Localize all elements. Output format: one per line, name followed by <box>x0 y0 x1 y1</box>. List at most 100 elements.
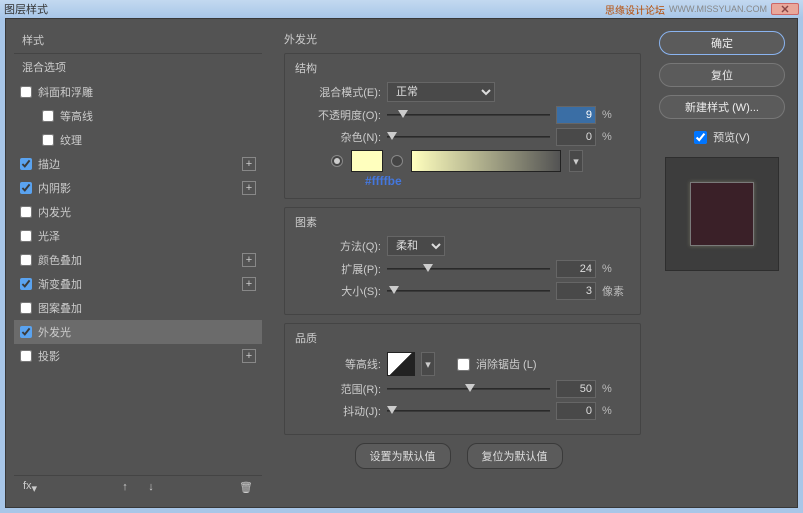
elements-header: 图素 <box>295 214 630 230</box>
sidebar-item-checkbox[interactable] <box>20 86 32 98</box>
gradient-radio[interactable] <box>391 155 403 167</box>
titlebar: 图层样式 思缘设计论坛 WWW.MISSYUAN.COM <box>0 0 803 18</box>
gradient-swatch[interactable] <box>411 150 561 172</box>
watermark-site: WWW.MISSYUAN.COM <box>669 4 767 14</box>
sidebar-item-10[interactable]: 外发光 <box>14 320 262 344</box>
quality-header: 品质 <box>295 330 630 346</box>
spread-unit: % <box>602 263 630 275</box>
elements-group: 图素 方法(Q): 柔和 扩展(P): 24 % 大小(S): 3 像素 <box>284 207 641 315</box>
sidebar-item-6[interactable]: 光泽 <box>14 224 262 248</box>
structure-group: 结构 混合模式(E): 正常 不透明度(O): 9 % 杂色(N): 0 % <box>284 53 641 199</box>
sidebar-item-0[interactable]: 斜面和浮雕 <box>14 80 262 104</box>
sidebar-item-label: 颜色叠加 <box>38 252 242 268</box>
range-value[interactable]: 50 <box>556 380 596 398</box>
sidebar-item-2[interactable]: 纹理 <box>14 128 262 152</box>
sidebar-item-checkbox[interactable] <box>42 110 54 122</box>
noise-slider[interactable] <box>387 129 550 145</box>
size-slider[interactable] <box>387 283 550 299</box>
range-label: 范围(R): <box>295 381 381 397</box>
spread-value[interactable]: 24 <box>556 260 596 278</box>
preview-box <box>665 157 779 271</box>
sidebar-item-checkbox[interactable] <box>20 278 32 290</box>
size-unit: 像素 <box>602 283 630 299</box>
sidebar-item-label: 描边 <box>38 156 242 172</box>
ok-button[interactable]: 确定 <box>659 31 785 55</box>
jitter-label: 抖动(J): <box>295 403 381 419</box>
jitter-unit: % <box>602 405 630 417</box>
opacity-label: 不透明度(O): <box>295 107 381 123</box>
sidebar-item-4[interactable]: 内阴影+ <box>14 176 262 200</box>
sidebar-item-7[interactable]: 颜色叠加+ <box>14 248 262 272</box>
sidebar-item-8[interactable]: 渐变叠加+ <box>14 272 262 296</box>
sidebar-item-checkbox[interactable] <box>42 134 54 146</box>
watermark-forum: 思缘设计论坛 <box>605 2 665 17</box>
jitter-slider[interactable] <box>387 403 550 419</box>
sidebar-item-5[interactable]: 内发光 <box>14 200 262 224</box>
sidebar-item-checkbox[interactable] <box>20 326 32 338</box>
sidebar-item-checkbox[interactable] <box>20 254 32 266</box>
set-default-button[interactable]: 设置为默认值 <box>355 443 451 469</box>
blend-mode-label: 混合模式(E): <box>295 84 381 100</box>
arrow-down-icon[interactable]: ↓ <box>141 481 161 493</box>
plus-icon[interactable]: + <box>242 181 256 195</box>
antialias-label: 消除锯齿 (L) <box>476 356 537 372</box>
gradient-chevron-icon[interactable]: ▾ <box>569 150 583 172</box>
sidebar-item-3[interactable]: 描边+ <box>14 152 262 176</box>
plus-icon[interactable]: + <box>242 253 256 267</box>
range-unit: % <box>602 383 630 395</box>
technique-select[interactable]: 柔和 <box>387 236 445 256</box>
range-slider[interactable] <box>387 381 550 397</box>
new-style-button[interactable]: 新建样式 (W)... <box>659 95 785 119</box>
preview-checkbox[interactable] <box>694 131 707 144</box>
close-icon[interactable] <box>771 3 799 15</box>
blend-mode-select[interactable]: 正常 <box>387 82 495 102</box>
plus-icon[interactable]: + <box>242 157 256 171</box>
cancel-button[interactable]: 复位 <box>659 63 785 87</box>
outer-glow-panel: 外发光 结构 混合模式(E): 正常 不透明度(O): 9 % 杂色(N): 0… <box>270 27 647 499</box>
size-value[interactable]: 3 <box>556 282 596 300</box>
size-label: 大小(S): <box>295 283 381 299</box>
sidebar-item-checkbox[interactable] <box>20 350 32 362</box>
sidebar-item-checkbox[interactable] <box>20 302 32 314</box>
noise-unit: % <box>602 131 630 143</box>
antialias-checkbox[interactable] <box>457 358 470 371</box>
noise-value[interactable]: 0 <box>556 128 596 146</box>
opacity-value[interactable]: 9 <box>556 106 596 124</box>
styles-header: 样式 <box>14 27 262 53</box>
trash-icon[interactable]: 🗑 <box>236 481 256 494</box>
color-swatch[interactable] <box>351 150 383 172</box>
layer-style-dialog: 样式 混合选项 斜面和浮雕等高线纹理描边+内阴影+内发光光泽颜色叠加+渐变叠加+… <box>5 18 798 508</box>
quality-group: 品质 等高线: ▾ 消除锯齿 (L) 范围(R): 50 % 抖动(J): 0 … <box>284 323 641 435</box>
sidebar-item-label: 光泽 <box>38 228 256 244</box>
fx-menu[interactable]: fx▾ <box>20 480 40 495</box>
arrow-up-icon[interactable]: ↑ <box>115 481 135 493</box>
sidebar-item-checkbox[interactable] <box>20 230 32 242</box>
contour-chevron-icon[interactable]: ▾ <box>421 352 435 376</box>
sidebar-item-checkbox[interactable] <box>20 182 32 194</box>
sidebar-item-checkbox[interactable] <box>20 158 32 170</box>
sidebar-item-1[interactable]: 等高线 <box>14 104 262 128</box>
spread-label: 扩展(P): <box>295 261 381 277</box>
technique-label: 方法(Q): <box>295 238 381 254</box>
blend-options-header[interactable]: 混合选项 <box>14 53 262 80</box>
spread-slider[interactable] <box>387 261 550 277</box>
sidebar-item-label: 内发光 <box>38 204 256 220</box>
contour-label: 等高线: <box>295 356 381 372</box>
plus-icon[interactable]: + <box>242 349 256 363</box>
sidebar-footer: fx▾ ↑ ↓ 🗑 <box>14 475 262 499</box>
opacity-slider[interactable] <box>387 107 550 123</box>
preview-swatch <box>690 182 754 246</box>
plus-icon[interactable]: + <box>242 277 256 291</box>
preview-label: 预览(V) <box>713 129 750 145</box>
contour-picker[interactable] <box>387 352 415 376</box>
sidebar-item-label: 图案叠加 <box>38 300 256 316</box>
sidebar-item-label: 等高线 <box>60 108 256 124</box>
reset-default-button[interactable]: 复位为默认值 <box>467 443 563 469</box>
sidebar-item-label: 内阴影 <box>38 180 242 196</box>
sidebar-item-checkbox[interactable] <box>20 206 32 218</box>
sidebar-item-9[interactable]: 图案叠加 <box>14 296 262 320</box>
sidebar-item-11[interactable]: 投影+ <box>14 344 262 368</box>
jitter-value[interactable]: 0 <box>556 402 596 420</box>
color-radio[interactable] <box>331 155 343 167</box>
right-column: 确定 复位 新建样式 (W)... 预览(V) <box>657 31 787 271</box>
